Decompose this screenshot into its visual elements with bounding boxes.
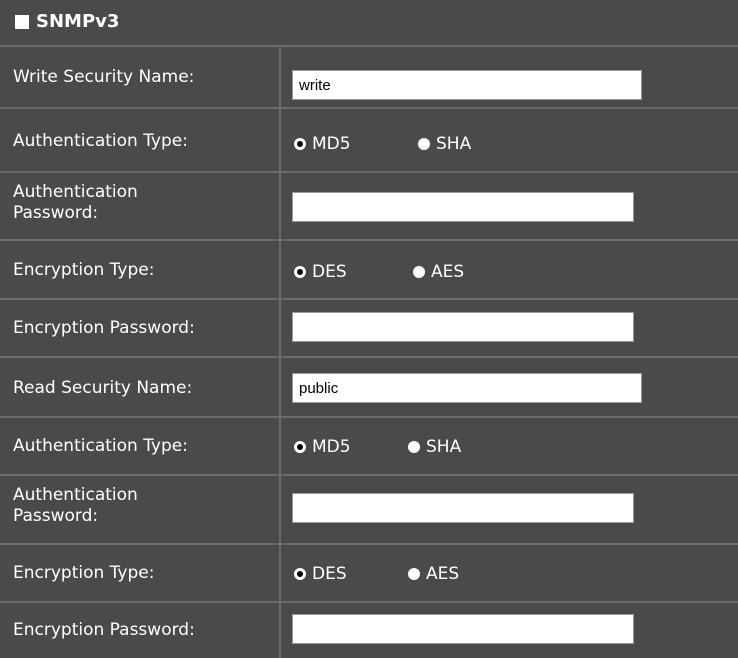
radio-checked-icon — [294, 568, 306, 580]
read-enc-type-label: Encryption Type: — [13, 563, 155, 583]
section-square-icon — [15, 15, 29, 29]
radio-unchecked-icon — [418, 138, 430, 150]
write-auth-type-label: Authentication Type: — [13, 131, 188, 151]
read-auth-password-label: Authentication Password: — [13, 485, 138, 527]
radio-label: DES — [312, 564, 347, 584]
row-write-enc-password: Encryption Password: — [0, 300, 738, 358]
radio-label: DES — [312, 262, 347, 282]
read-enc-aes-radio[interactable]: AES — [408, 563, 459, 585]
write-auth-password-label: Authentication Password: — [13, 182, 138, 224]
read-auth-password-input[interactable] — [292, 493, 634, 523]
read-enc-password-input[interactable] — [292, 614, 634, 644]
label-line: Authentication — [13, 182, 138, 202]
read-security-name-input[interactable] — [292, 373, 642, 403]
radio-unchecked-icon — [408, 568, 420, 580]
write-auth-sha-radio[interactable]: SHA — [418, 133, 471, 155]
label-line: Authentication — [13, 485, 138, 505]
row-read-auth-type: Authentication Type: MD5 SHA — [0, 418, 738, 476]
radio-label: AES — [426, 564, 460, 584]
write-enc-aes-radio[interactable]: AES — [413, 261, 464, 283]
write-enc-type-label: Encryption Type: — [13, 260, 155, 280]
read-enc-password-label: Encryption Password: — [13, 620, 195, 640]
row-read-enc-type: Encryption Type: DES AES — [0, 545, 738, 603]
section-header: SNMPv3 — [0, 0, 738, 47]
row-read-auth-password: Authentication Password: — [0, 476, 738, 545]
write-auth-md5-radio[interactable]: MD5 — [294, 133, 351, 155]
write-enc-password-input[interactable] — [292, 312, 634, 342]
label-line: Password: — [13, 506, 99, 526]
row-write-auth-password: Authentication Password: — [0, 173, 738, 241]
read-auth-sha-radio[interactable]: SHA — [408, 436, 461, 458]
row-write-enc-type: Encryption Type: DES AES — [0, 241, 738, 300]
row-write-security-name: Write Security Name: — [0, 47, 738, 109]
write-enc-des-radio[interactable]: DES — [294, 261, 347, 283]
radio-label: MD5 — [312, 437, 351, 457]
write-security-name-label: Write Security Name: — [13, 67, 195, 87]
write-auth-password-input[interactable] — [292, 192, 634, 222]
row-read-enc-password: Encryption Password: — [0, 603, 738, 658]
radio-checked-icon — [294, 266, 306, 278]
read-auth-md5-radio[interactable]: MD5 — [294, 436, 351, 458]
label-line: Password: — [13, 203, 99, 223]
write-security-name-input[interactable] — [292, 70, 642, 100]
read-auth-type-label: Authentication Type: — [13, 436, 188, 456]
radio-label: SHA — [436, 134, 472, 154]
snmpv3-panel: SNMPv3 Write Security Name: Authenticati… — [0, 0, 738, 658]
row-read-security-name: Read Security Name: — [0, 358, 738, 418]
radio-checked-icon — [294, 441, 306, 453]
radio-label: MD5 — [312, 134, 351, 154]
row-write-auth-type: Authentication Type: MD5 SHA — [0, 109, 738, 173]
read-security-name-label: Read Security Name: — [13, 378, 193, 398]
write-enc-password-label: Encryption Password: — [13, 318, 195, 338]
radio-unchecked-icon — [408, 441, 420, 453]
radio-checked-icon — [294, 138, 306, 150]
radio-unchecked-icon — [413, 266, 425, 278]
radio-label: AES — [431, 262, 465, 282]
section-title: SNMPv3 — [36, 11, 120, 32]
radio-label: SHA — [426, 437, 462, 457]
read-enc-des-radio[interactable]: DES — [294, 563, 347, 585]
